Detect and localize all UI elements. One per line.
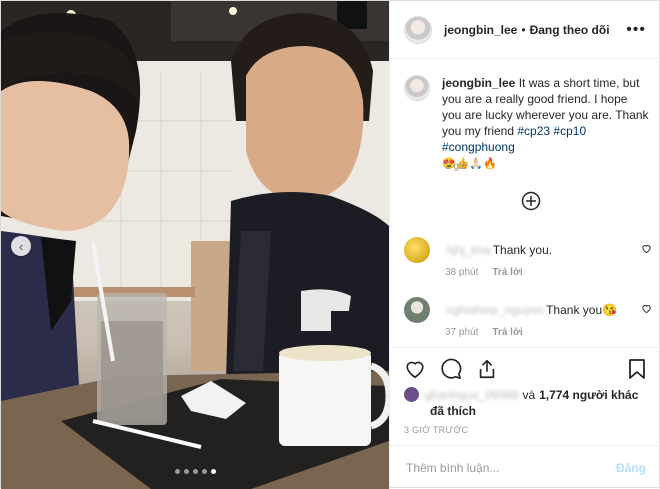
comment-time: 37 phút xyxy=(445,327,479,338)
likes-connector: và xyxy=(522,387,536,402)
carousel-prev-button[interactable]: ‹ xyxy=(11,236,31,256)
author-username[interactable]: jeongbin_lee xyxy=(444,23,517,37)
comment-bubble-icon[interactable] xyxy=(440,358,462,380)
chevron-left-icon: ‹ xyxy=(18,238,24,254)
reply-button[interactable]: Trả lời xyxy=(492,327,522,338)
share-icon[interactable] xyxy=(476,358,498,380)
carousel-indicator xyxy=(1,469,389,474)
caption-time: 3 giờ xyxy=(445,161,468,172)
liker-avatar[interactable] xyxy=(404,387,419,402)
post-header: jeongbin_lee • Đang theo dõi ••• xyxy=(390,1,660,59)
like-heart-icon[interactable] xyxy=(404,358,426,380)
comment-item: hjhj_kha Thank you. 38 phút Trả lời xyxy=(404,237,654,278)
post-side-panel: jeongbin_lee • Đang theo dõi ••• jeongbi… xyxy=(389,1,660,489)
carousel-dot xyxy=(183,469,189,474)
comment-time: 38 phút xyxy=(445,267,479,278)
carousel-dot xyxy=(210,469,216,474)
carousel-dot xyxy=(174,469,180,474)
caption-username[interactable]: jeongbin_lee xyxy=(442,76,515,90)
follow-status-button[interactable]: Đang theo dõi xyxy=(530,23,610,37)
caption-author-avatar[interactable] xyxy=(404,75,430,101)
likes-summary: ghanhqua_09988 và 1,774 người khác xyxy=(404,387,638,402)
comment-text: Thank you. xyxy=(492,243,553,257)
caption-text-block: jeongbin_lee It was a short time, but yo… xyxy=(442,75,650,172)
comment-like-heart-icon[interactable] xyxy=(641,303,652,314)
comment-input[interactable] xyxy=(406,460,596,475)
header-separator: • xyxy=(521,22,526,37)
hashtag-link[interactable]: #cp23 xyxy=(517,124,550,138)
likes-count-link[interactable]: 1,774 người khác xyxy=(539,388,638,402)
more-options-icon[interactable]: ••• xyxy=(626,21,646,39)
load-more-comments-icon[interactable] xyxy=(521,191,541,211)
hashtag-link[interactable]: #cp10 xyxy=(553,124,586,138)
post-caption: jeongbin_lee It was a short time, but yo… xyxy=(404,75,650,172)
instagram-post: ‹ jeongbin_lee • Đang theo dõi ••• jeong… xyxy=(0,0,660,489)
comment-item: nghiahiep_nguyen Thank you😘 37 phút Trả … xyxy=(404,297,654,338)
save-bookmark-icon[interactable] xyxy=(628,358,646,380)
post-actions-bar xyxy=(390,347,660,387)
liker-username[interactable]: ghanhqua_09988 xyxy=(425,388,518,402)
comment-like-heart-icon[interactable] xyxy=(641,243,652,254)
commenter-username[interactable]: hjhj_kha xyxy=(446,243,491,257)
post-photo[interactable]: ‹ xyxy=(1,1,389,489)
author-avatar[interactable] xyxy=(404,15,432,44)
commenter-username[interactable]: nghiahiep_nguyen xyxy=(446,303,544,317)
commenter-avatar[interactable] xyxy=(404,237,430,263)
photo-illustration xyxy=(1,1,389,489)
comment-text: Thank you😘 xyxy=(546,303,618,317)
commenter-avatar[interactable] xyxy=(404,297,430,323)
add-comment-bar: Đăng xyxy=(390,445,660,489)
carousel-dot xyxy=(201,469,207,474)
post-comment-button[interactable]: Đăng xyxy=(616,461,646,475)
likes-suffix: đã thích xyxy=(430,404,477,418)
reply-button[interactable]: Trả lời xyxy=(492,267,522,278)
post-timestamp[interactable]: 3 GIỜ TRƯỚC xyxy=(404,425,468,435)
carousel-dot xyxy=(192,469,198,474)
hashtag-link[interactable]: #congphuong xyxy=(442,140,515,154)
